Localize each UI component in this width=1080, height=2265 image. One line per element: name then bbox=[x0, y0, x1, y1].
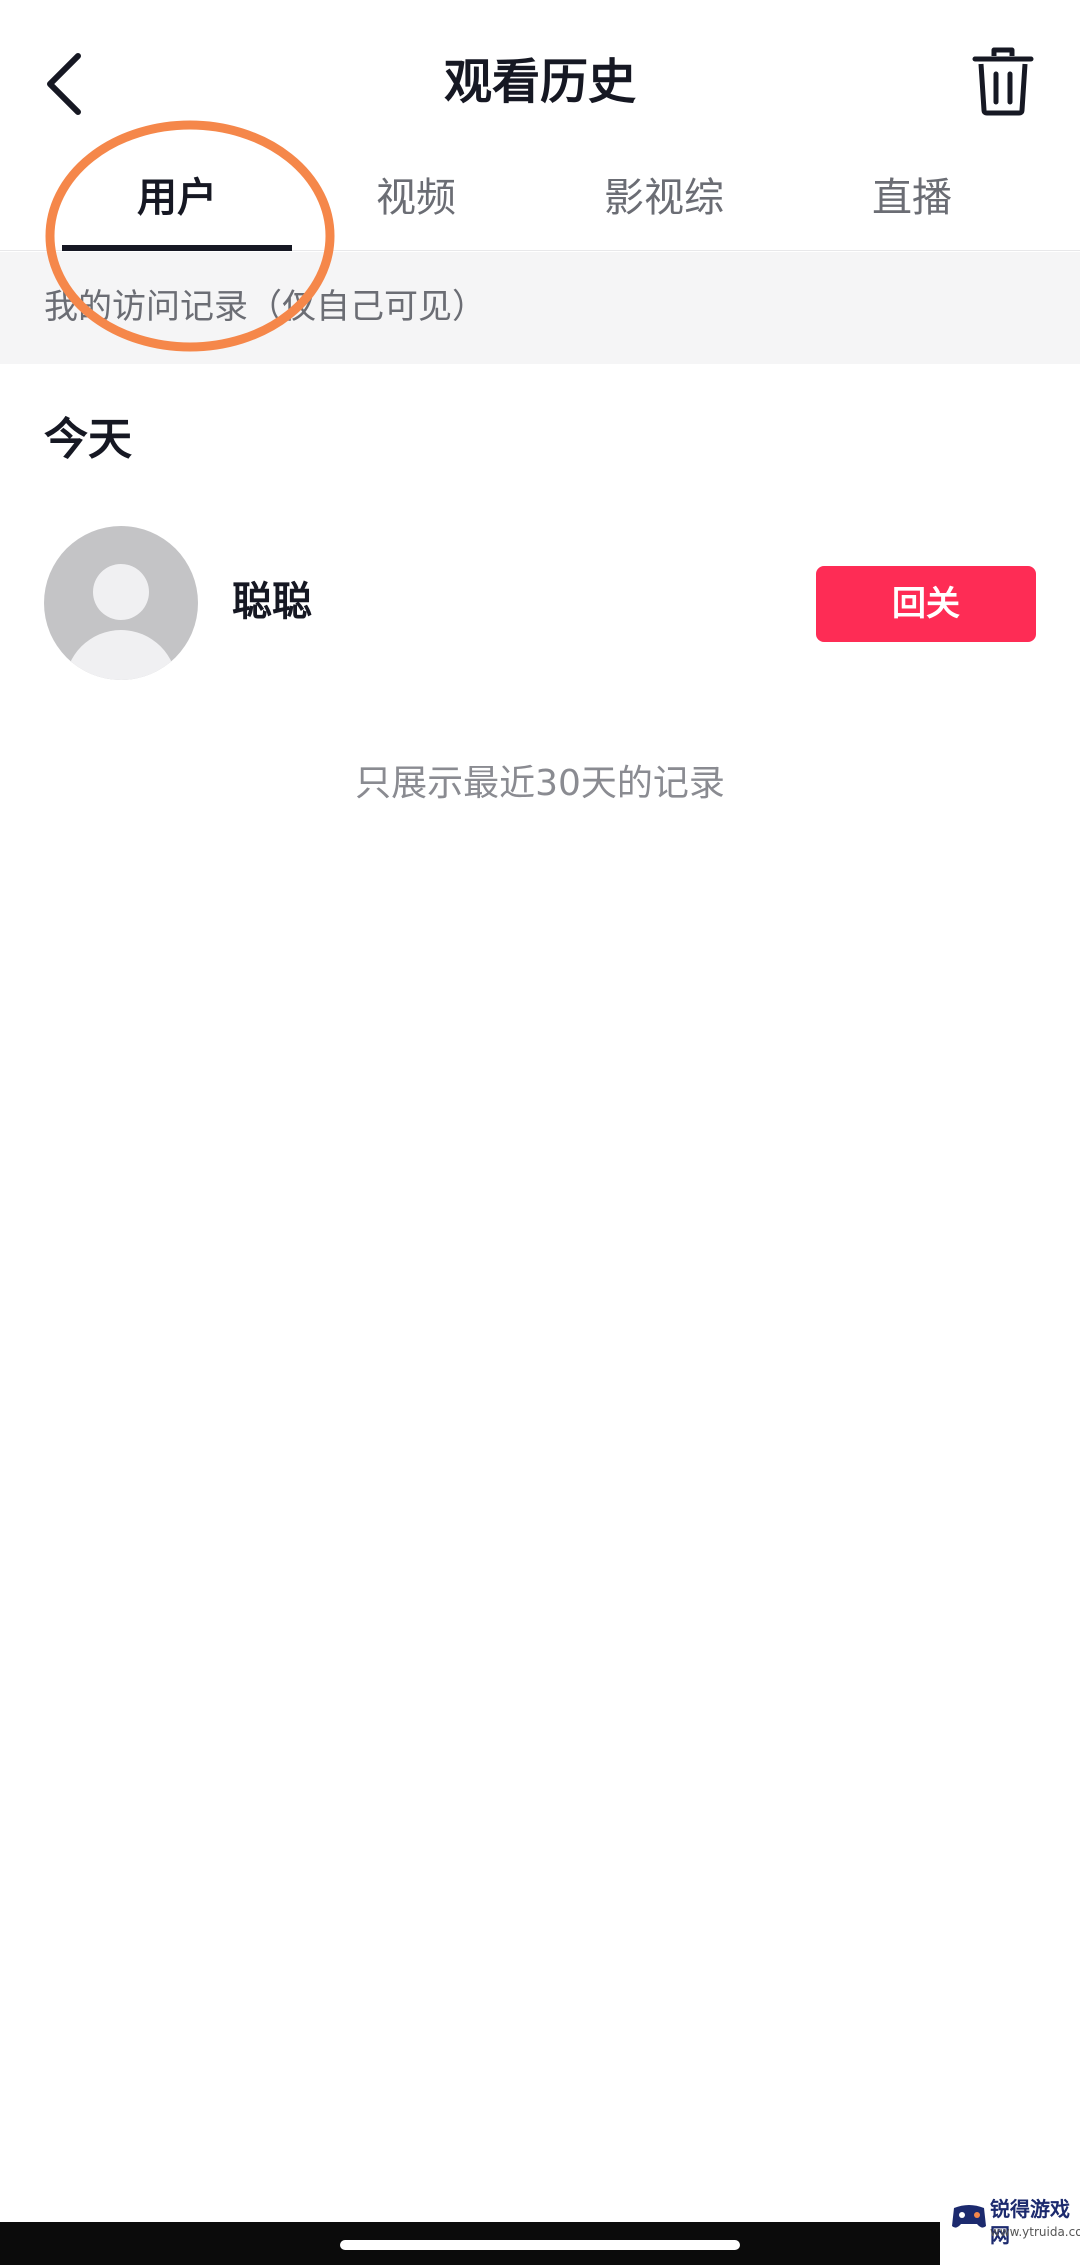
active-tab-indicator bbox=[62, 245, 292, 251]
nav-bar: 观看历史 bbox=[0, 0, 1080, 150]
trash-icon[interactable] bbox=[972, 46, 1034, 116]
gamepad-logo-icon bbox=[952, 2205, 986, 2228]
page-title: 观看历史 bbox=[443, 54, 636, 110]
section-title-today: 今天 bbox=[44, 414, 132, 465]
retention-note: 只展示最近30天的记录 bbox=[355, 763, 725, 804]
watermark-site-url: www.ytruida.com bbox=[990, 2225, 1080, 2239]
avatar[interactable] bbox=[44, 526, 198, 680]
list-item[interactable]: 聪聪 回关 bbox=[0, 522, 1080, 682]
privacy-hint-bar: 我的访问记录（仅自己可见） bbox=[0, 252, 1080, 364]
privacy-hint-text: 我的访问记录（仅自己可见） bbox=[44, 287, 486, 327]
tab-live[interactable]: 直播 bbox=[788, 170, 1036, 226]
home-indicator-bar bbox=[0, 2222, 1080, 2265]
tab-videos[interactable]: 视频 bbox=[292, 170, 540, 226]
avatar-head-shape bbox=[93, 564, 149, 620]
watermark-site-name: 锐得游戏网 bbox=[990, 2197, 1070, 2247]
tab-users[interactable]: 用户 bbox=[53, 170, 301, 226]
tab-bar: 用户 视频 影视综 直播 bbox=[0, 150, 1080, 251]
user-name[interactable]: 聪聪 bbox=[232, 574, 312, 630]
avatar-body-shape bbox=[65, 630, 177, 680]
site-watermark: 锐得游戏网 www.ytruida.com bbox=[940, 2180, 1080, 2265]
follow-back-button[interactable]: 回关 bbox=[816, 566, 1036, 642]
home-indicator[interactable] bbox=[340, 2240, 740, 2250]
tab-film-tv[interactable]: 影视综 bbox=[540, 170, 788, 226]
